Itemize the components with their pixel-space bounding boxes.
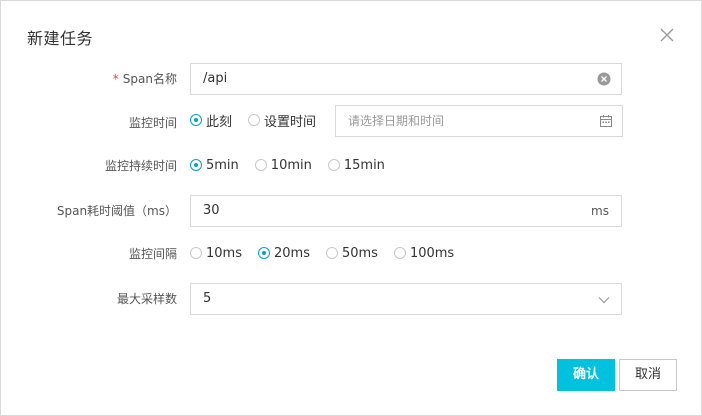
monitor-time-radio-group: 此刻 设置时间	[190, 104, 332, 136]
monitor-duration-row: 监控持续时间 5min 10min 15min	[1, 149, 701, 181]
span-name-input[interactable]: /api	[190, 63, 622, 95]
cancel-button[interactable]: 取消	[619, 359, 677, 391]
monitor-time-row: 监控时间 此刻 设置时间 请选择日期和时间	[1, 105, 701, 137]
radio-dot-selected	[257, 247, 270, 259]
radio-dot	[254, 159, 267, 171]
threshold-label: Span耗时阈值（ms）	[56, 204, 177, 218]
span-name-label: * Span名称	[112, 72, 177, 86]
radio-dot-selected	[190, 159, 202, 171]
max-samples-select[interactable]: 5	[190, 283, 622, 315]
max-samples-row: 最大采样数 5	[1, 283, 701, 315]
calendar-icon[interactable]	[599, 114, 613, 128]
radio-dot	[393, 247, 406, 259]
confirm-button[interactable]: 确认	[557, 359, 615, 391]
radio-20ms[interactable]: 20ms	[257, 246, 310, 261]
max-samples-value: 5	[203, 291, 212, 306]
close-icon[interactable]	[657, 25, 677, 45]
radio-10min[interactable]: 10min	[254, 158, 312, 173]
threshold-unit: ms	[591, 204, 609, 218]
radio-5min[interactable]: 5min	[190, 158, 239, 173]
threshold-row: Span耗时阈值（ms） 30 ms	[1, 195, 701, 227]
radio-dot	[248, 114, 261, 126]
datetime-placeholder: 请选择日期和时间	[348, 114, 445, 128]
radio-dot	[190, 247, 202, 259]
monitor-duration-label: 监控持续时间	[104, 159, 177, 173]
interval-radio-group: 10ms 20ms 50ms 100ms	[190, 237, 470, 269]
radio-100ms[interactable]: 100ms	[393, 246, 454, 261]
radio-set-time[interactable]: 设置时间	[248, 111, 316, 130]
threshold-input[interactable]: 30 ms	[190, 195, 622, 227]
radio-50ms[interactable]: 50ms	[325, 246, 378, 261]
radio-10ms[interactable]: 10ms	[190, 246, 242, 261]
chevron-down-icon[interactable]	[597, 293, 611, 307]
interval-row: 监控间隔 10ms 20ms 50ms 100ms	[1, 237, 701, 269]
radio-dot	[325, 247, 338, 259]
span-name-value: /api	[203, 71, 228, 86]
monitor-time-label: 监控时间	[128, 116, 177, 130]
max-samples-label: 最大采样数	[116, 292, 177, 306]
span-name-row: * Span名称 /api	[1, 63, 701, 95]
datetime-picker-input[interactable]: 请选择日期和时间	[335, 105, 623, 137]
radio-dot	[327, 159, 340, 171]
radio-now[interactable]: 此刻	[190, 111, 232, 130]
radio-15min[interactable]: 15min	[327, 158, 385, 173]
duration-radio-group: 5min 10min 15min	[190, 149, 401, 181]
radio-dot-selected	[190, 114, 202, 126]
dialog-title: 新建任务	[27, 29, 94, 48]
clear-circle-icon[interactable]	[597, 72, 611, 86]
interval-label: 监控间隔	[128, 247, 177, 261]
threshold-value: 30	[203, 203, 220, 218]
new-task-dialog: 新建任务 *Span名称 /api 监控时间 此刻 设置时间 请选择日期和时间	[0, 0, 702, 416]
